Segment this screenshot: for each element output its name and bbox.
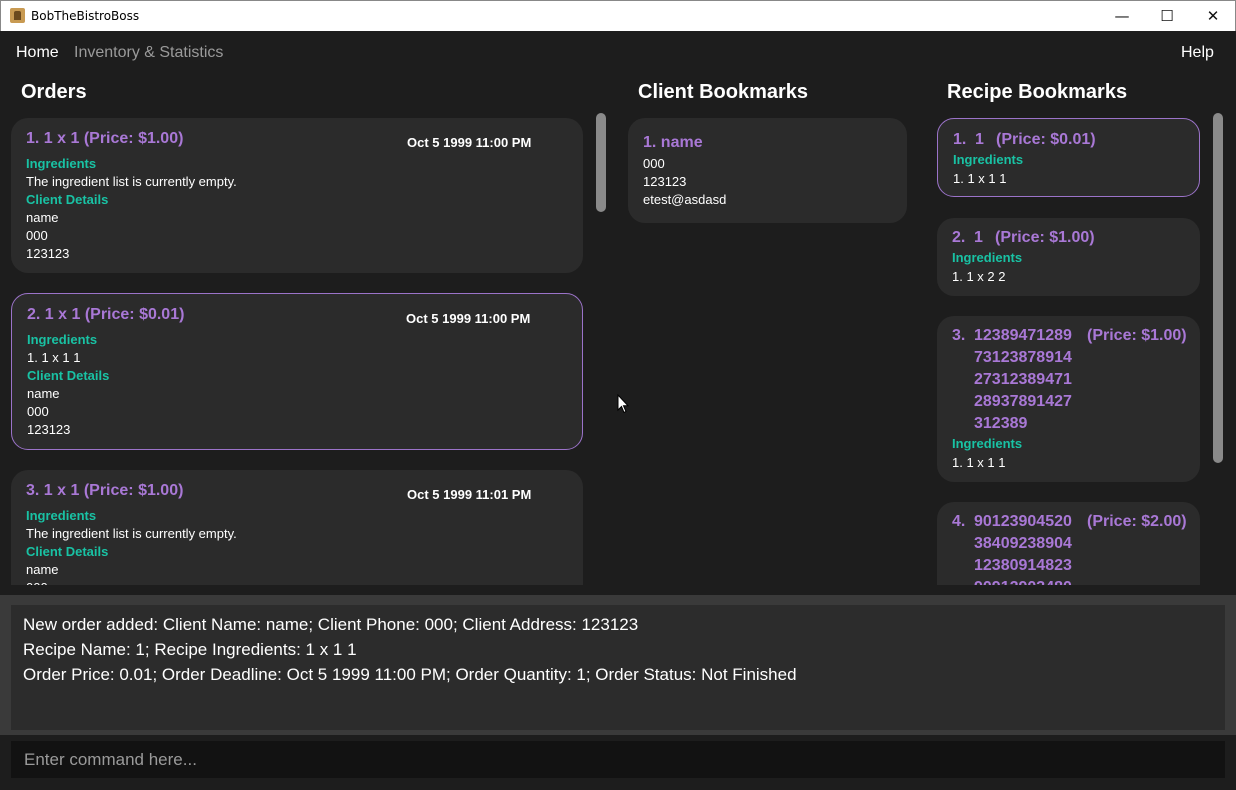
recipe-name-line: 12389471289 xyxy=(974,327,1072,344)
order-header: 2. 1 x 1 (Price: $0.01) xyxy=(27,306,185,323)
client-email: etest@asdasd xyxy=(643,192,727,207)
orders-scrollbar[interactable] xyxy=(596,113,606,212)
recipe-number: 1. xyxy=(953,131,967,148)
client-details-label: Client Details xyxy=(27,368,110,383)
help-menu[interactable]: Help xyxy=(1181,44,1214,62)
order-date: Oct 5 1999 11:01 PM xyxy=(407,487,532,502)
maximize-button[interactable]: ☐ xyxy=(1144,1,1190,31)
order-card-selected[interactable]: 2. 1 x 1 (Price: $0.01) Oct 5 1999 11:00… xyxy=(11,293,583,450)
recipe-price: (Price: $0.01) xyxy=(996,131,1096,148)
client-phone: 000 xyxy=(643,156,665,171)
ingredient-line: 1. 1 x 1 1 xyxy=(953,171,1007,186)
recipe-name-line: 38409238904 xyxy=(974,535,1072,552)
ingredient-line: The ingredient list is currently empty. xyxy=(26,526,237,541)
minimize-button[interactable]: — xyxy=(1099,1,1145,31)
window-title: BobTheBistroBoss xyxy=(31,9,140,23)
client-phone: 000 xyxy=(26,580,48,585)
order-card[interactable]: 3. 1 x 1 (Price: $1.00) Oct 5 1999 11:01… xyxy=(11,470,583,585)
client-phone: 000 xyxy=(27,404,49,419)
ingredients-label: Ingredients xyxy=(953,152,1024,167)
recipes-scrollbar[interactable] xyxy=(1213,113,1223,463)
client-bookmark-header: 1. name xyxy=(643,134,703,151)
tab-home[interactable]: Home xyxy=(16,44,59,62)
recipe-name: 1 xyxy=(974,229,983,246)
recipe-name-line: 90912903480 xyxy=(974,579,1072,585)
recipe-name-line: 73123878914 xyxy=(974,349,1072,366)
recipe-card-selected[interactable]: 1. 1 (Price: $0.01) Ingredients 1. 1 x 1… xyxy=(937,118,1200,197)
order-date: Oct 5 1999 11:00 PM xyxy=(407,135,532,150)
ingredients-label: Ingredients xyxy=(27,332,98,347)
client-details-label: Client Details xyxy=(26,192,109,207)
app-icon xyxy=(10,8,25,23)
recipe-card[interactable]: 3. 12389471289 73123878914 27312389471 2… xyxy=(937,316,1200,482)
recipe-card[interactable]: 4. 90123904520 38409238904 12380914823 9… xyxy=(937,502,1200,585)
result-line: New order added: Client Name: name; Clie… xyxy=(23,615,639,634)
ingredients-label: Ingredients xyxy=(26,156,97,171)
client-name: name xyxy=(26,210,59,225)
order-header: 3. 1 x 1 (Price: $1.00) xyxy=(26,482,184,499)
order-header: 1. 1 x 1 (Price: $1.00) xyxy=(26,130,184,147)
client-bookmark-card[interactable]: 1. name 000 123123 etest@asdasd xyxy=(628,118,907,223)
ingredient-line: 1. 1 x 1 1 xyxy=(27,350,81,365)
result-line: Order Price: 0.01; Order Deadline: Oct 5… xyxy=(23,665,797,684)
recipe-bookmarks-list[interactable]: 1. 1 (Price: $0.01) Ingredients 1. 1 x 1… xyxy=(930,110,1230,585)
ingredient-line: 1. 1 x 2 2 xyxy=(952,269,1006,284)
recipe-name-line: 27312389471 xyxy=(974,371,1072,388)
order-card[interactable]: 1. 1 x 1 (Price: $1.00) Oct 5 1999 11:00… xyxy=(11,118,583,273)
mouse-cursor-icon xyxy=(617,394,629,414)
tab-inventory-statistics[interactable]: Inventory & Statistics xyxy=(74,44,223,62)
recipe-name-line: 12380914823 xyxy=(974,557,1072,574)
recipe-number: 4. xyxy=(952,513,966,530)
recipe-price: (Price: $1.00) xyxy=(995,229,1095,246)
recipe-bookmarks-title: Recipe Bookmarks xyxy=(947,81,1128,103)
order-date: Oct 5 1999 11:00 PM xyxy=(406,311,531,326)
recipe-number: 2. xyxy=(952,229,966,246)
client-address: 123123 xyxy=(27,422,71,437)
client-bookmarks-title: Client Bookmarks xyxy=(638,81,809,103)
ingredients-label: Ingredients xyxy=(952,436,1023,451)
command-box xyxy=(11,741,1225,778)
ingredient-line: The ingredient list is currently empty. xyxy=(26,174,237,189)
command-input[interactable] xyxy=(11,741,1225,778)
recipe-name: 1 xyxy=(975,131,984,148)
recipe-number: 3. xyxy=(952,327,966,344)
menu-bar: Home Inventory & Statistics Help xyxy=(0,31,1236,71)
app-window: BobTheBistroBoss — ☐ ✕ Home Inventory & … xyxy=(0,0,1236,790)
ingredients-label: Ingredients xyxy=(952,250,1023,265)
client-name: name xyxy=(26,562,59,577)
client-name: name xyxy=(27,386,60,401)
recipe-price: (Price: $1.00) xyxy=(1087,327,1187,344)
orders-title: Orders xyxy=(21,81,87,103)
title-bar: BobTheBistroBoss — ☐ ✕ xyxy=(0,0,1236,31)
client-address: 123123 xyxy=(643,174,687,189)
recipe-name-line: 312389 xyxy=(974,415,1028,432)
recipe-price: (Price: $2.00) xyxy=(1087,513,1187,530)
close-button[interactable]: ✕ xyxy=(1190,1,1236,31)
recipe-card[interactable]: 2. 1 (Price: $1.00) Ingredients 1. 1 x 2… xyxy=(937,218,1200,296)
client-details-label: Client Details xyxy=(26,544,109,559)
client-address: 123123 xyxy=(26,246,70,261)
client-phone: 000 xyxy=(26,228,48,243)
ingredients-label: Ingredients xyxy=(26,508,97,523)
orders-list[interactable]: 1. 1 x 1 (Price: $1.00) Oct 5 1999 11:00… xyxy=(0,110,600,585)
ingredient-line: 1. 1 x 1 1 xyxy=(952,455,1006,470)
recipe-name-line: 90123904520 xyxy=(974,513,1072,530)
result-line: Recipe Name: 1; Recipe Ingredients: 1 x … xyxy=(23,640,357,659)
recipe-name-line: 28937891427 xyxy=(974,393,1072,410)
